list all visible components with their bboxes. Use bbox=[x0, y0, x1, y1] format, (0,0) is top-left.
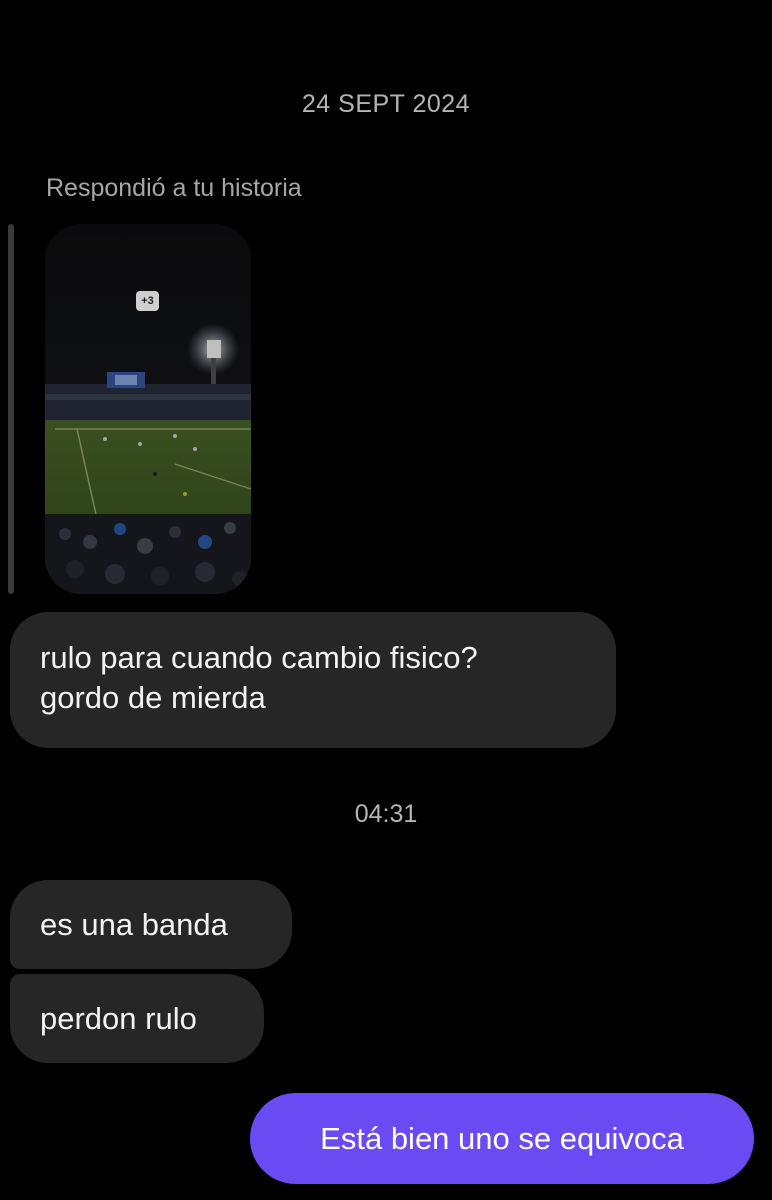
story-reply-label: Respondió a tu historia bbox=[46, 174, 302, 202]
time-separator: 04:31 bbox=[354, 800, 418, 828]
stadium-image bbox=[45, 224, 251, 594]
message-bubble-outgoing[interactable]: Está bien uno se equivoca bbox=[250, 1093, 754, 1184]
message-text: rulo para cuando cambio fisico? bbox=[40, 640, 478, 675]
message-text: es una banda bbox=[40, 906, 228, 942]
story-count-badge: +3 bbox=[136, 291, 159, 311]
message-text: gordo de mierda bbox=[40, 680, 266, 715]
story-thumbnail[interactable]: +3 bbox=[45, 224, 251, 594]
message-bubble-incoming[interactable]: rulo para cuando cambio fisico? gordo de… bbox=[10, 612, 616, 748]
message-bubble-incoming[interactable]: perdon rulo bbox=[10, 974, 264, 1063]
reply-indicator-bar bbox=[8, 224, 14, 594]
message-bubble-incoming[interactable]: es una banda bbox=[10, 880, 292, 969]
date-separator: 24 SEPT 2024 bbox=[301, 90, 471, 118]
message-text: Está bien uno se equivoca bbox=[320, 1120, 684, 1156]
message-text: perdon rulo bbox=[40, 1000, 197, 1036]
